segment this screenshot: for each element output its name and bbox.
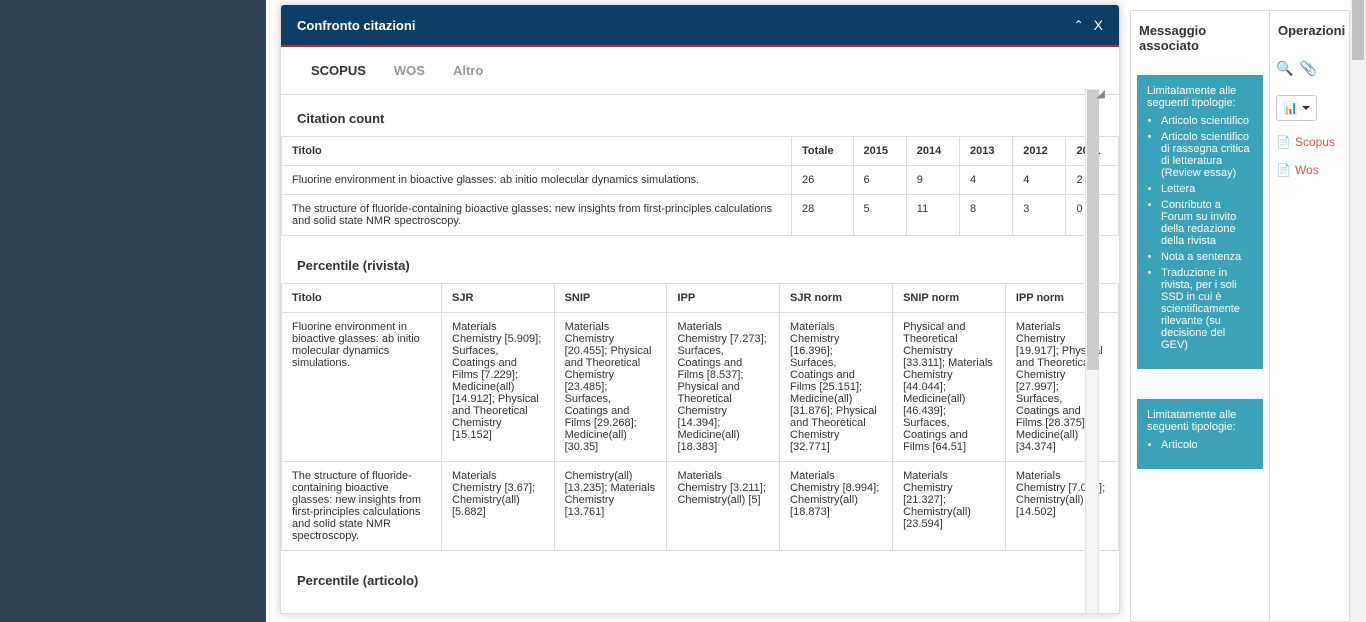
pj-title: Fluorine environment in bioactive glasse… [282, 313, 442, 462]
document-icon: 📄 [1276, 135, 1291, 149]
citation-count-table: TitoloTotale20152014201320122011Fluorine… [281, 136, 1119, 236]
pj-cell: Materials Chemistry [5.909]; Surfaces, C… [442, 313, 555, 462]
cc-header: Titolo [282, 137, 792, 166]
list-item: Lettera [1161, 183, 1253, 195]
pj-cell: Materials Chemistry [3.67]; Chemistry(al… [442, 462, 555, 551]
table-row: Fluorine environment in bioactive glasse… [282, 313, 1119, 462]
modal-title: Confronto citazioni [297, 18, 415, 33]
pj-cell: Materials Chemistry [3.211]; Chemistry(a… [667, 462, 780, 551]
tab-wos[interactable]: WOS [380, 47, 439, 94]
teal-info-box-2: Limitatamente alle seguenti tipologie: A… [1137, 399, 1263, 469]
table-row: The structure of fluoride-containing bio… [282, 462, 1119, 551]
link-scopus[interactable]: 📄 Scopus [1276, 135, 1335, 149]
document-icon: 📄 [1276, 163, 1291, 177]
cc-header: Totale [792, 137, 854, 166]
close-icon[interactable]: X [1094, 17, 1103, 33]
page-scrollbar-thumb[interactable] [1352, 0, 1364, 60]
column-operazioni: Operazioni 🔍 📎 📊 📄 Scopus [1270, 10, 1350, 622]
cc-val: 8 [960, 195, 1013, 236]
tab-scopus[interactable]: SCOPUS [297, 47, 380, 94]
teal-info-box-1: Limitatamente alle seguenti tipologie: A… [1137, 75, 1263, 369]
cc-val: 5 [853, 195, 906, 236]
link-wos[interactable]: 📄 Wos [1276, 163, 1319, 177]
list-item: Contributo a Forum su invito della redaz… [1161, 199, 1253, 247]
table-row: The structure of fluoride-containing bio… [282, 195, 1119, 236]
pj-header: SNIP norm [893, 284, 1006, 313]
cc-val: 28 [792, 195, 854, 236]
cc-val: 6 [853, 166, 906, 195]
pj-title: The structure of fluoride-containing bio… [282, 462, 442, 551]
pj-cell: Materials Chemistry [19.917]; Physical a… [1005, 313, 1118, 462]
left-nav-panel [0, 0, 266, 622]
modal-scrollbar-thumb[interactable] [1087, 90, 1099, 370]
pj-header: SJR norm [780, 284, 893, 313]
cc-header: 2014 [906, 137, 959, 166]
pj-cell: Materials Chemistry [16.396]; Surfaces, … [780, 313, 893, 462]
pj-cell: Chemistry(all) [13.235]; Materials Chemi… [554, 462, 667, 551]
cc-val: 9 [906, 166, 959, 195]
zoom-in-icon[interactable]: 🔍 [1276, 60, 1293, 77]
list-item: Articolo scientifico [1161, 115, 1253, 127]
tab-altro[interactable]: Altro [439, 47, 497, 94]
cc-val: 26 [792, 166, 854, 195]
tab-bar: SCOPUS WOS Altro [281, 47, 1119, 95]
cc-val: 4 [960, 166, 1013, 195]
teal2-intro: Limitatamente alle seguenti tipologie: [1147, 409, 1253, 433]
pj-cell: Materials Chemistry [21.327]; Chemistry(… [893, 462, 1006, 551]
pj-header: IPP norm [1005, 284, 1118, 313]
citation-compare-modal: Confronto citazioni ⌃ X SCOPUS WOS Altro… [280, 4, 1120, 614]
section-citation-count: Citation count [281, 105, 1119, 136]
col-header-ops: Operazioni [1270, 11, 1349, 50]
page-scrollbar[interactable] [1350, 0, 1366, 622]
pj-cell: Materials Chemistry [8.994]; Chemistry(a… [780, 462, 893, 551]
modal-body[interactable]: Citation count TitoloTotale2015201420132… [281, 95, 1119, 613]
list-item: Articolo [1161, 439, 1253, 451]
pj-cell: Materials Chemistry [20.455]; Physical a… [554, 313, 667, 462]
pj-header: SNIP [554, 284, 667, 313]
cc-title: The structure of fluoride-containing bio… [282, 195, 792, 236]
percentile-journal-table: TitoloSJRSNIPIPPSJR normSNIP normIPP nor… [281, 283, 1119, 551]
bar-chart-icon: 📊 [1283, 101, 1298, 115]
teal1-intro: Limitatamente alle seguenti tipologie: [1147, 85, 1253, 109]
section-percentile-journal: Percentile (rivista) [281, 252, 1119, 283]
cc-val: 4 [1013, 166, 1066, 195]
wos-label: Wos [1295, 163, 1319, 177]
cc-header: 2013 [960, 137, 1013, 166]
pj-header: SJR [442, 284, 555, 313]
cc-header: 2015 [853, 137, 906, 166]
cc-header: 2012 [1013, 137, 1066, 166]
column-messaggio: Messaggio associato Limitatamente alle s… [1130, 10, 1270, 622]
list-item: Nota a sentenza [1161, 251, 1253, 263]
pj-cell: Physical and Theoretical Chemistry [33.3… [893, 313, 1006, 462]
cc-val: 11 [906, 195, 959, 236]
pj-header: IPP [667, 284, 780, 313]
pj-cell: Materials Chemistry [7.049]; Chemistry(a… [1005, 462, 1118, 551]
cc-val: 3 [1013, 195, 1066, 236]
list-item: Traduzione in rivista, per i soli SSD in… [1161, 267, 1253, 351]
modal-scrollbar[interactable] [1085, 89, 1099, 614]
col-header-msg: Messaggio associato [1131, 11, 1269, 65]
modal-header: Confronto citazioni ⌃ X [281, 5, 1119, 47]
list-item: Articolo scientifico di rassegna critica… [1161, 131, 1253, 179]
pj-header: Titolo [282, 284, 442, 313]
chart-dropdown-button[interactable]: 📊 [1276, 95, 1317, 121]
resize-handle-icon[interactable]: ◢ [1097, 87, 1105, 100]
table-row: Fluorine environment in bioactive glasse… [282, 166, 1119, 195]
pj-cell: Materials Chemistry [7.273]; Surfaces, C… [667, 313, 780, 462]
cc-title: Fluorine environment in bioactive glasse… [282, 166, 792, 195]
section-percentile-article: Percentile (articolo) [281, 567, 1119, 598]
scopus-label: Scopus [1295, 135, 1335, 149]
caret-down-icon [1302, 106, 1310, 110]
attach-icon[interactable]: 📎 [1299, 60, 1316, 77]
collapse-icon[interactable]: ⌃ [1074, 18, 1084, 32]
